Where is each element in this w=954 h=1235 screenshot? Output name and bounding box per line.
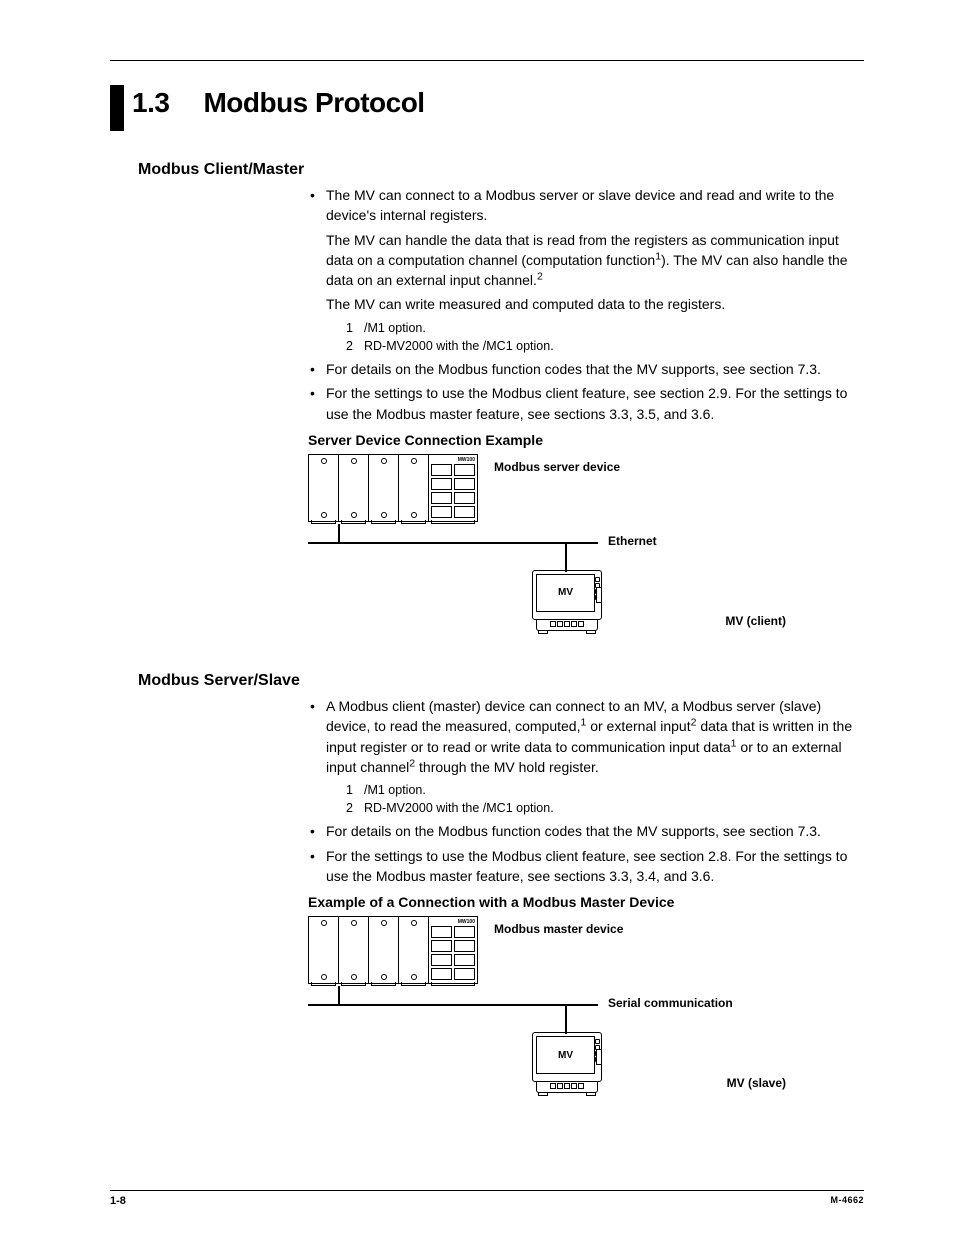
mv-screen-text: MV xyxy=(536,1036,595,1074)
footnote-text: /M1 option. xyxy=(364,319,426,337)
footnote-text: /M1 option. xyxy=(364,781,426,799)
mv-device-icon: MV xyxy=(532,1032,602,1096)
list-item: A Modbus client (master) device can conn… xyxy=(308,696,864,817)
list-item: The MV can connect to a Modbus server or… xyxy=(308,185,864,355)
chapter-marker-bar xyxy=(110,85,124,131)
network-drop-icon xyxy=(338,986,340,1004)
list-item: For the settings to use the Modbus clien… xyxy=(308,846,864,887)
sub-heading-server-connection-example: Server Device Connection Example xyxy=(308,432,864,448)
page-number: 1-8 xyxy=(110,1195,126,1207)
section-heading-client-master: Modbus Client/Master xyxy=(138,161,864,179)
footnote-num: 1 xyxy=(346,319,364,337)
network-label: Ethernet xyxy=(608,534,657,548)
footnote-num: 2 xyxy=(346,337,364,355)
network-drop-icon xyxy=(565,1004,567,1034)
network-label: Serial communication xyxy=(608,996,733,1010)
mv-screen-text: MV xyxy=(536,574,595,612)
list-item: For details on the Modbus function codes… xyxy=(308,821,864,841)
footnote-list: 1/M1 option. 2RD-MV2000 with the /MC1 op… xyxy=(346,319,864,355)
document-id: M-4662 xyxy=(830,1195,864,1207)
paragraph: The MV can connect to a Modbus server or… xyxy=(326,185,864,226)
footnote-list: 1/M1 option. 2RD-MV2000 with the /MC1 op… xyxy=(346,781,864,817)
cpu-label: MW100 xyxy=(431,919,475,925)
diagram-master-connection: MW100 Modbus master device Serial commun… xyxy=(308,916,864,1116)
footnote-text: RD-MV2000 with the /MC1 option. xyxy=(364,337,554,355)
mv-device-icon: MV xyxy=(532,570,602,634)
footnote-text: RD-MV2000 with the /MC1 option. xyxy=(364,799,554,817)
network-drop-icon xyxy=(338,524,340,542)
rack-label: Modbus server device xyxy=(494,460,620,474)
chapter-title: 1.3 Modbus Protocol xyxy=(110,85,864,131)
footnote-num: 2 xyxy=(346,799,364,817)
network-line-icon xyxy=(308,1004,598,1006)
footnote-num: 1 xyxy=(346,781,364,799)
list-item: For the settings to use the Modbus clien… xyxy=(308,383,864,424)
network-line-icon xyxy=(308,542,598,544)
paragraph: The MV can handle the data that is read … xyxy=(326,230,864,291)
rack-device-icon: MW100 xyxy=(308,916,486,986)
footnote-ref-2: 2 xyxy=(537,271,543,283)
cpu-label: MW100 xyxy=(431,457,475,463)
rack-device-icon: MW100 xyxy=(308,454,486,524)
rack-label: Modbus master device xyxy=(494,922,623,936)
diagram-server-connection: MW100 Modbus server device Ethernet xyxy=(308,454,864,654)
text-span: through the MV hold register. xyxy=(415,759,599,775)
list-item: For details on the Modbus function codes… xyxy=(308,359,864,379)
mv-label: MV (client) xyxy=(646,614,786,628)
section-heading-server-slave: Modbus Server/Slave xyxy=(138,672,864,690)
paragraph: A Modbus client (master) device can conn… xyxy=(326,696,864,777)
sub-heading-master-connection-example: Example of a Connection with a Modbus Ma… xyxy=(308,894,864,910)
chapter-number: 1.3 xyxy=(132,85,169,117)
mv-label: MV (slave) xyxy=(646,1076,786,1090)
page-footer: 1-8 M-4662 xyxy=(110,1190,864,1207)
paragraph: The MV can write measured and computed d… xyxy=(326,294,864,314)
text-span: or external input xyxy=(586,718,690,734)
chapter-text: Modbus Protocol xyxy=(203,85,424,117)
network-drop-icon xyxy=(565,542,567,572)
